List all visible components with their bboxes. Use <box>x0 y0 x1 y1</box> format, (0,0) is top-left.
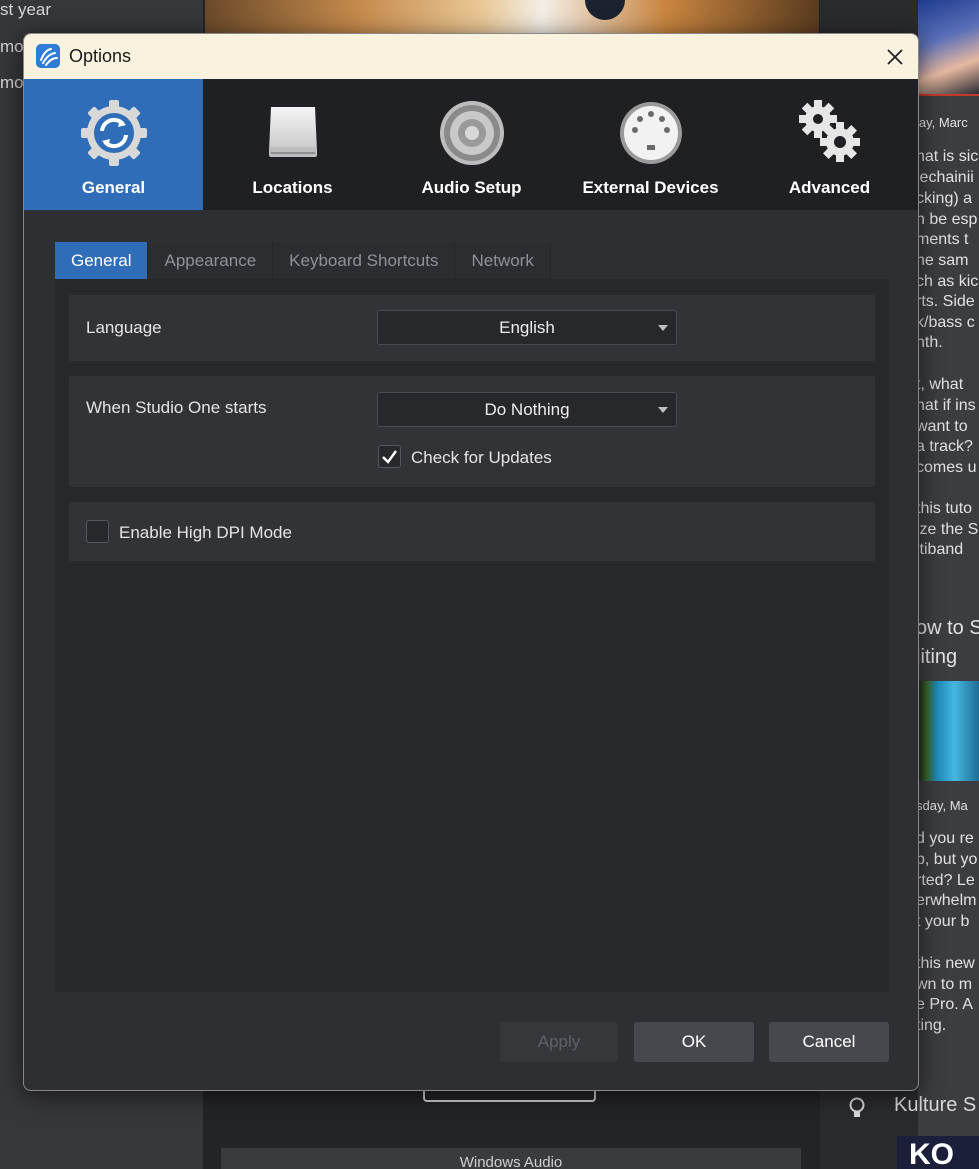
article-line: nat is sic <box>918 148 979 165</box>
tab-bar: General Appearance Keyboard Shortcuts Ne… <box>55 242 551 279</box>
category-label: External Devices <box>582 178 719 197</box>
language-group: Language English <box>69 295 875 361</box>
check-for-updates-label: Check for Updates <box>411 448 552 467</box>
startup-group: When Studio One starts Do Nothing Check … <box>69 376 875 487</box>
language-label: Language <box>86 318 162 337</box>
drive-icon <box>268 107 317 157</box>
tab-keyboard-shortcuts[interactable]: Keyboard Shortcuts <box>273 242 456 279</box>
article-line: n be esp <box>918 211 978 228</box>
article-line: this new <box>918 955 975 972</box>
ok-button[interactable]: OK <box>634 1022 754 1062</box>
category-label: Locations <box>252 178 333 197</box>
avatar <box>918 0 979 96</box>
article-date: lay, Marc <box>918 115 968 130</box>
article-line: nth. <box>918 334 943 351</box>
high-dpi-group: Enable High DPI Mode <box>69 502 875 561</box>
high-dpi-checkbox[interactable] <box>86 520 109 543</box>
article-line: cking) a <box>918 190 973 207</box>
kulture-heading[interactable]: Kulture S <box>894 1094 976 1117</box>
lightbulb-icon <box>849 1097 865 1117</box>
article-line: ch as kic <box>918 273 979 290</box>
background-sidebar-item: mo <box>0 37 24 56</box>
article-line: ting. <box>918 1017 947 1034</box>
startup-value: Do Nothing <box>484 400 570 419</box>
category-label: General <box>81 178 146 197</box>
settings-panel: Language English When Studio One starts … <box>55 279 889 992</box>
chevron-down-icon <box>658 407 668 413</box>
article-line: nat if ins <box>918 397 976 414</box>
tab-network[interactable]: Network <box>455 242 551 279</box>
article-line: a track? <box>918 438 973 455</box>
startup-label: When Studio One starts <box>86 398 267 417</box>
sync-gear-icon <box>80 100 147 166</box>
category-external-devices[interactable]: External Devices <box>561 79 740 210</box>
tab-appearance[interactable]: Appearance <box>148 242 274 279</box>
article-line: e Pro. A <box>918 996 973 1013</box>
article-line: comes u <box>918 459 977 476</box>
category-toolbar: General Locations Audio Setup External D… <box>24 79 918 210</box>
tab-general[interactable]: General <box>55 242 149 279</box>
article-line: ize the S <box>918 521 979 538</box>
category-locations[interactable]: Locations <box>203 79 382 210</box>
article-heading[interactable]: liting <box>918 646 957 669</box>
language-select[interactable]: English <box>377 310 677 345</box>
studio-one-app-icon <box>36 44 60 68</box>
article-line: rted? Le <box>918 872 975 889</box>
article-line: ments t <box>918 231 969 248</box>
brand-logo: KO <box>897 1136 979 1169</box>
article-line: he sam <box>918 252 969 269</box>
article-date: sday, Ma <box>918 798 968 813</box>
dialog-title: Options <box>69 46 132 66</box>
article-line: want to <box>918 418 968 435</box>
close-icon <box>887 48 903 65</box>
gears-icon <box>798 100 860 162</box>
article-line: ltiband <box>918 541 964 558</box>
article-line: t your b <box>918 913 970 930</box>
language-value: English <box>499 318 555 337</box>
article-line: lechainii <box>918 169 974 186</box>
background-sidebar-item: mo <box>0 73 24 92</box>
category-label: Audio Setup <box>421 178 522 197</box>
high-dpi-label: Enable High DPI Mode <box>119 523 292 542</box>
article-heading[interactable]: ow to S <box>918 617 979 640</box>
close-button[interactable] <box>870 34 918 79</box>
checkmark-icon <box>382 450 397 464</box>
category-advanced[interactable]: Advanced <box>740 79 918 210</box>
article-line: k/bass c <box>918 314 975 331</box>
article-line: b, but yo <box>918 851 978 868</box>
article-line: d you re <box>918 830 974 847</box>
apply-button[interactable]: Apply <box>500 1022 618 1062</box>
midi-port-icon <box>619 102 682 164</box>
background-article: lay, Marc nat is sic lechainii cking) a … <box>918 0 979 1169</box>
options-dialog: Options General Locations Audio Setup Ex… <box>23 33 919 1091</box>
article-thumbnail[interactable] <box>918 681 979 781</box>
background-windows-audio: Windows Audio <box>221 1148 801 1169</box>
category-general[interactable]: General <box>24 79 203 210</box>
category-audio-setup[interactable]: Audio Setup <box>382 79 561 210</box>
article-line: rts. Side <box>918 293 975 310</box>
chevron-down-icon <box>658 325 668 331</box>
category-label: Advanced <box>788 178 871 197</box>
startup-select[interactable]: Do Nothing <box>377 392 677 427</box>
article-line: wn to m <box>918 976 973 993</box>
article-line: t, what <box>918 376 964 393</box>
background-sidebar-item: st year <box>0 0 52 19</box>
cancel-button[interactable]: Cancel <box>769 1022 889 1062</box>
article-line: this tuto <box>918 500 973 517</box>
title-bar: Options <box>24 34 918 79</box>
article-line: erwhelm <box>918 892 977 909</box>
speaker-icon <box>439 101 504 165</box>
check-for-updates-checkbox[interactable] <box>378 445 401 468</box>
